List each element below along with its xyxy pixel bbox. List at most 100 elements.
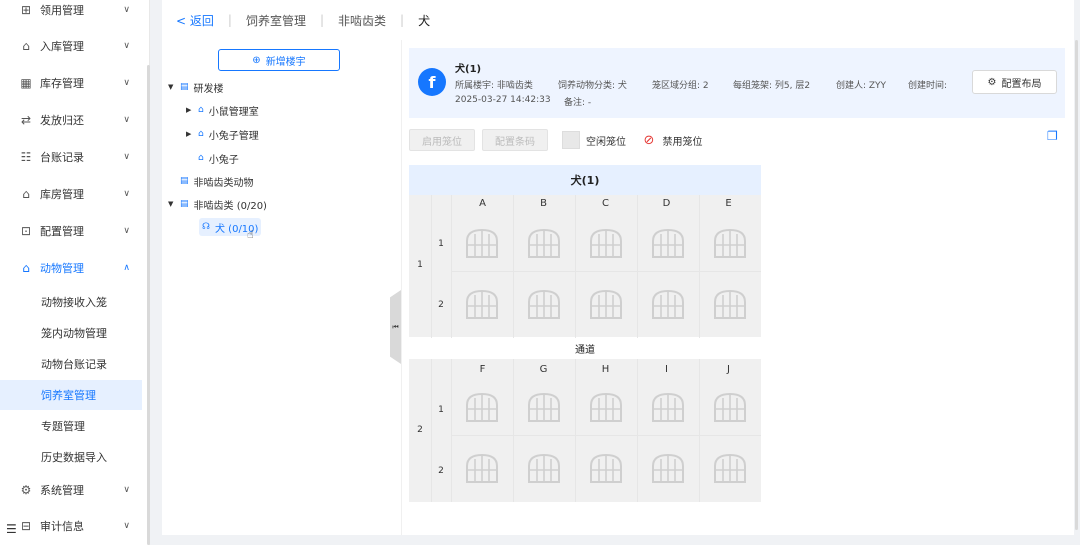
tree-node-rd-building[interactable]: ▼ ▤ 研发楼 (168, 78, 224, 96)
chevron-down-icon: ∨ (123, 41, 130, 51)
tree-node-rabbit[interactable]: ⌂ 小兔子 (198, 149, 239, 167)
disable-cage-legend: ⊘ 禁用笼位 (637, 129, 709, 151)
menu-warehouse-in[interactable]: ⌂ 入库管理 ∨ (0, 32, 146, 60)
room-logo-icon: f (418, 68, 446, 96)
col-label: E (725, 198, 732, 209)
col-label: B (540, 198, 547, 209)
menu-ledger[interactable]: ☷ 台账记录 ∨ (0, 143, 146, 171)
cage-icon[interactable] (526, 391, 562, 423)
grid-line (699, 359, 700, 502)
menu-label: 领用管理 (40, 4, 84, 17)
submenu-animal-receive[interactable]: 动物接收入笼 (0, 287, 142, 317)
sidebar-scrollbar[interactable] (147, 65, 150, 545)
menu-label: 发放归还 (40, 114, 84, 127)
cage-icon[interactable] (588, 452, 624, 484)
room-title: 犬(1) (455, 64, 482, 75)
building-icon: ▤ (180, 199, 189, 209)
divider: | (227, 13, 232, 27)
col-label: J (727, 364, 730, 375)
menu-animal[interactable]: ⌂ 动物管理 ∧ (0, 254, 146, 282)
divider: | (319, 13, 324, 27)
tree-node-non-rodent[interactable]: ▼ ▤ 非啮齿类 (0/20) (168, 195, 267, 213)
info-category: 饲养动物分类: 犬 (558, 81, 627, 91)
tree-node-rabbit-room[interactable]: ▶ ⌂ 小兔子管理 (186, 125, 259, 143)
cage-icon[interactable] (588, 227, 624, 259)
forbidden-icon: ⊘ (643, 132, 655, 148)
menu-receive[interactable]: ⊞ 领用管理 ∨ (0, 0, 146, 24)
tree-label: 小兔子管理 (208, 130, 259, 142)
cage-icon[interactable] (650, 391, 686, 423)
inventory-icon: ▦ (20, 76, 32, 90)
cage-icon[interactable] (588, 391, 624, 423)
caret-right-icon: ▶ (186, 106, 192, 114)
grid-line (699, 195, 700, 338)
building-icon: ▤ (180, 176, 189, 186)
cage-icon[interactable] (712, 452, 748, 484)
grid-line (451, 359, 452, 502)
cage-icon[interactable] (526, 452, 562, 484)
menu-dispatch[interactable]: ⇄ 发放归还 ∨ (0, 106, 146, 134)
sidebar: ⊞ 领用管理 ∨ ⌂ 入库管理 ∨ ▦ 库存管理 ∨ ⇄ 发放归还 ∨ ☷ 台账记录 ∨ ⌂ 库房管理… (0, 0, 150, 545)
back-link[interactable]: < 返回 (176, 12, 214, 29)
caret-down-icon: ▼ (168, 200, 174, 208)
menu-system[interactable]: ⚙ 系统管理 ∨ (0, 476, 146, 504)
chevron-down-icon: ∨ (123, 226, 130, 236)
menu-label: 入库管理 (40, 40, 84, 53)
menu-storeroom[interactable]: ⌂ 库房管理 ∨ (0, 180, 146, 208)
cage-icon[interactable] (712, 227, 748, 259)
gear-icon: ⚙ (987, 76, 997, 88)
breadcrumb: < 返回 | 饲养室管理 | 非啮齿类 | 犬 (162, 0, 1074, 40)
copy-icon[interactable]: ❐ (1047, 129, 1063, 145)
row-label: 1 (438, 239, 444, 249)
grid-line (451, 271, 761, 272)
main-scrollbar[interactable] (1075, 40, 1078, 530)
config-barcode-button[interactable]: 配置条码 (482, 129, 548, 151)
home-icon: ⌂ (198, 129, 204, 139)
info-zones: 笼区域分组: 2 (652, 81, 709, 91)
submenu-animal-ledger[interactable]: 动物台账记录 (0, 349, 142, 379)
home-icon: ⌂ (198, 153, 204, 163)
crumb-non-rodent[interactable]: 非啮齿类 (338, 12, 386, 29)
grid-line (431, 359, 432, 502)
menu-fold-icon[interactable]: ☰ (6, 522, 17, 536)
cage-icon[interactable] (650, 452, 686, 484)
empty-cage-label: 空闲笼位 (586, 136, 626, 148)
cage-icon[interactable] (464, 391, 500, 423)
cage-icon[interactable] (526, 288, 562, 320)
submenu-history-import[interactable]: 历史数据导入 (0, 442, 142, 472)
cage-icon[interactable] (712, 288, 748, 320)
cage-icon[interactable] (712, 391, 748, 423)
submenu-feeding-room[interactable]: 饲养室管理 (0, 380, 142, 410)
new-building-button[interactable]: ⊕ 新增楼宇 (218, 49, 340, 71)
menu-label: 配置管理 (40, 225, 84, 238)
tree-node-mouse-room[interactable]: ▶ ⌂ 小鼠管理室 (186, 101, 259, 119)
menu-inventory[interactable]: ▦ 库存管理 ∨ (0, 69, 146, 97)
config-layout-button[interactable]: ⚙ 配置布局 (972, 70, 1057, 94)
menu-audit[interactable]: ⊟ 审计信息 ∨ (0, 512, 146, 540)
cage-icon[interactable] (464, 452, 500, 484)
cage-icon[interactable] (588, 288, 624, 320)
info-created-time: 创建时间: (908, 81, 948, 91)
block-label: 1 (417, 260, 423, 270)
info-remark: 备注: - (564, 98, 592, 108)
cage-icon[interactable] (464, 288, 500, 320)
divider: | (400, 13, 405, 27)
cage-icon[interactable] (526, 227, 562, 259)
cage-icon[interactable] (650, 288, 686, 320)
grid-line (575, 359, 576, 502)
cage-icon[interactable] (464, 227, 500, 259)
col-label: D (662, 198, 671, 209)
tree-node-non-rodent-animal[interactable]: ▤ 非啮齿类动物 (180, 172, 254, 190)
collapse-panel-button[interactable]: ⏮ (390, 290, 401, 364)
info-per-group: 每组笼架: 列5, 层2 (733, 81, 811, 91)
submenu-topic[interactable]: 专题管理 (0, 411, 142, 441)
plus-circle-icon: ⊕ (252, 54, 261, 66)
enable-cage-button[interactable]: 启用笼位 (409, 129, 475, 151)
tree-label: 小鼠管理室 (208, 106, 259, 118)
cage-icon[interactable] (650, 227, 686, 259)
cage-icon (562, 131, 580, 149)
submenu-cage-animal[interactable]: 笼内动物管理 (0, 318, 142, 348)
crumb-feeding-room[interactable]: 饲养室管理 (246, 12, 306, 29)
caret-right-icon: ▶ (186, 130, 192, 138)
menu-config[interactable]: ⊡ 配置管理 ∨ (0, 217, 146, 245)
